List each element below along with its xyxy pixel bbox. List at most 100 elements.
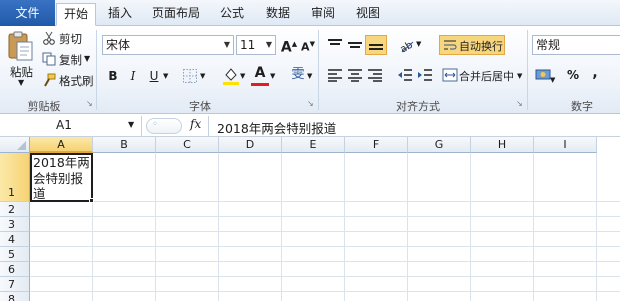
gridline-vertical <box>155 153 156 301</box>
cut-button[interactable]: 剪切 <box>59 31 82 47</box>
gridline-horizontal <box>30 276 620 277</box>
scissors-icon <box>42 31 56 45</box>
format-painter-button[interactable]: 格式刷 <box>59 73 94 89</box>
copy-button[interactable]: 复制 <box>59 52 82 68</box>
tab-review[interactable]: 审阅 <box>303 3 343 26</box>
chevron-down-icon[interactable]: ▼ <box>221 36 233 54</box>
svg-text:▼: ▼ <box>550 76 556 84</box>
orientation-dropdown-icon[interactable]: ▼ <box>416 40 421 48</box>
bold-button[interactable]: B <box>104 67 122 85</box>
borders-button[interactable] <box>182 68 198 84</box>
column-header[interactable]: E <box>282 137 345 153</box>
font-color-dropdown-icon[interactable]: ▼ <box>270 72 275 80</box>
wrap-text-button[interactable]: 自动换行 <box>439 35 505 55</box>
merge-center-icon <box>442 68 458 82</box>
clipboard-launcher-icon[interactable]: ↘ <box>86 100 94 108</box>
accounting-format-button[interactable]: ▼ <box>535 66 557 84</box>
shrink-font-button[interactable]: A▼ <box>299 35 317 54</box>
underline-dropdown-icon[interactable]: ▼ <box>163 72 168 80</box>
column-header[interactable]: C <box>156 137 219 153</box>
row-header[interactable]: 7 <box>0 277 30 292</box>
comma-style-button[interactable]: , <box>586 64 604 82</box>
font-size-value: 11 <box>240 38 256 52</box>
font-name-combo[interactable]: 宋体 ▼ <box>102 35 234 55</box>
grow-font-button[interactable]: A▲ <box>280 35 298 56</box>
cell-a1-line: 会特别报 <box>33 170 84 186</box>
gridline-horizontal <box>30 291 620 292</box>
name-box-dropdown-icon[interactable]: ▼ <box>128 120 134 129</box>
orientation-button[interactable]: ab <box>398 36 416 56</box>
gridline-horizontal <box>30 231 620 232</box>
number-format-combo[interactable]: 常规 <box>532 35 620 55</box>
name-box[interactable]: A1 ▼ <box>0 116 142 136</box>
copy-icon <box>42 52 56 66</box>
fill-color-dropdown-icon[interactable]: ▼ <box>240 72 245 80</box>
italic-button[interactable]: I <box>124 67 142 85</box>
decrease-indent-button[interactable] <box>397 68 413 82</box>
align-center-button[interactable] <box>347 68 363 82</box>
column-header[interactable]: G <box>408 137 471 153</box>
tab-page-layout[interactable]: 页面布局 <box>145 3 207 26</box>
row-header[interactable]: 8 <box>0 292 30 301</box>
fill-handle[interactable] <box>89 198 94 203</box>
align-bottom-button[interactable] <box>365 35 387 55</box>
select-all-button[interactable] <box>0 137 30 153</box>
column-header[interactable]: F <box>345 137 408 153</box>
tab-view[interactable]: 视图 <box>348 3 388 26</box>
chevron-down-icon[interactable]: ▼ <box>263 36 275 54</box>
phonetic-button[interactable]: 雯 <box>289 66 307 84</box>
row-header[interactable]: 4 <box>0 232 30 247</box>
increase-indent-button[interactable] <box>417 68 433 82</box>
align-center-icon <box>348 69 362 82</box>
font-size-combo[interactable]: 11 ▼ <box>236 35 276 55</box>
number-group-label: 数字 <box>571 100 593 113</box>
merge-center-label: 合并后居中 <box>459 70 514 83</box>
row-header[interactable]: 5 <box>0 247 30 262</box>
ribbon-tab-bar: 文件 开始 插入 页面布局 公式 数据 审阅 视图 <box>0 0 620 26</box>
tab-data[interactable]: 数据 <box>258 3 298 26</box>
column-header[interactable]: D <box>219 137 282 153</box>
row-header[interactable]: 1 <box>0 153 30 202</box>
align-top-icon <box>328 39 342 45</box>
borders-icon <box>183 69 197 83</box>
paste-dropdown-icon[interactable]: ▼ <box>18 78 24 87</box>
borders-dropdown-icon[interactable]: ▼ <box>200 72 205 80</box>
tab-home[interactable]: 开始 <box>56 3 96 26</box>
gridline-vertical <box>596 153 597 301</box>
align-left-button[interactable] <box>327 68 343 82</box>
underline-button[interactable]: U <box>145 67 163 85</box>
percent-button[interactable]: % <box>564 66 582 84</box>
format-painter-icon <box>42 73 56 87</box>
font-color-glyph: A <box>254 65 266 81</box>
column-header[interactable]: H <box>471 137 534 153</box>
column-header[interactable]: B <box>93 137 156 153</box>
align-top-button[interactable] <box>327 38 343 52</box>
column-header[interactable]: A <box>30 137 93 153</box>
cell-a1-line: 道 <box>33 186 46 201</box>
gridline-vertical <box>344 153 345 301</box>
fill-color-button[interactable] <box>222 66 240 86</box>
insert-function-button[interactable]: fx <box>190 117 201 131</box>
tab-formulas[interactable]: 公式 <box>212 3 252 26</box>
align-middle-button[interactable] <box>347 38 363 52</box>
alignment-launcher-icon[interactable]: ↘ <box>516 100 524 108</box>
row-header[interactable]: 3 <box>0 217 30 232</box>
paste-button[interactable] <box>6 30 36 64</box>
tab-file[interactable]: 文件 <box>0 0 55 26</box>
font-color-button[interactable]: A <box>251 64 269 84</box>
row-header[interactable]: 6 <box>0 262 30 277</box>
font-launcher-icon[interactable]: ↘ <box>307 100 315 108</box>
merge-center-button[interactable]: 合并后居中 ▼ <box>442 66 526 86</box>
ribbon-home: 粘贴 ▼ 剪切 复制 ▼ 格式刷 剪贴板 ↘ 宋体 ▼ 11 ▼ A▲ A▼ B… <box>0 26 620 114</box>
align-right-button[interactable] <box>367 68 383 82</box>
formula-input[interactable]: 2018年两会特别报道 <box>208 116 620 136</box>
tab-insert[interactable]: 插入 <box>100 3 140 26</box>
column-header[interactable]: I <box>534 137 597 153</box>
copy-dropdown-icon[interactable]: ▼ <box>84 54 90 63</box>
formula-bar-resize-handle[interactable]: ◦ <box>146 118 182 134</box>
merge-dropdown-icon[interactable]: ▼ <box>517 72 522 80</box>
paste-icon <box>8 31 33 61</box>
row-header[interactable]: 2 <box>0 202 30 217</box>
cell-a1[interactable]: 2018年两 会特别报 道 <box>30 153 93 202</box>
phonetic-dropdown-icon[interactable]: ▼ <box>307 72 312 80</box>
